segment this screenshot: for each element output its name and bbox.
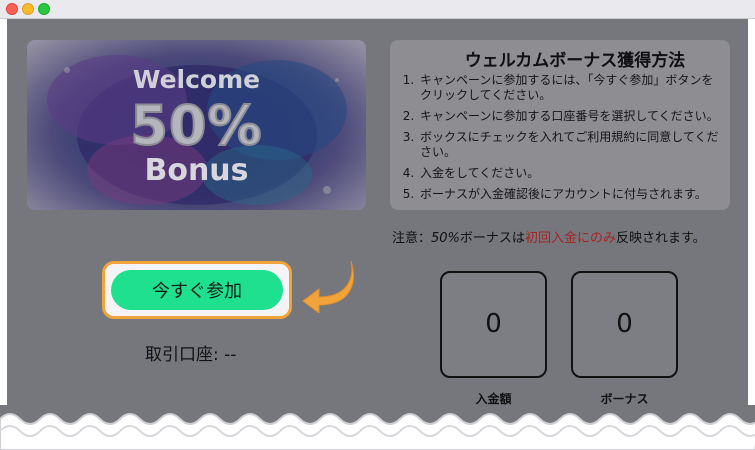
instruction-step: 入金をしてください。 — [418, 166, 720, 181]
instruction-step: ボックスにチェックを入れてご利用規約に同意してください。 — [418, 130, 720, 160]
deposit-amount-box: 0 — [440, 271, 547, 378]
instruction-step: ボーナスが入金確認後にアカウントに付与されます。 — [418, 187, 720, 202]
note-middle: ボーナスは — [459, 231, 525, 246]
banner-welcome-text: Welcome — [132, 65, 261, 94]
instructions-panel: ウェルカムボーナス獲得方法 キャンペーンに参加するには、「今すぐ参加」ボタンをク… — [390, 40, 730, 210]
minimize-window-icon[interactable] — [22, 3, 34, 15]
instruction-step: キャンペーンに参加するには、「今すぐ参加」ボタンをクリックしてください。 — [418, 73, 720, 103]
note-suffix: 反映されます。 — [615, 231, 706, 246]
app-window: Welcome 50% Bonus ウェルカムボーナス獲得方法 キャンペーンに参… — [0, 0, 755, 450]
banner-percent-text: 50% — [129, 93, 263, 158]
title-bar — [0, 0, 755, 19]
trading-account-label: 取引口座: -- — [145, 345, 237, 365]
close-window-icon[interactable] — [6, 3, 18, 15]
instructions-list: キャンペーンに参加するには、「今すぐ参加」ボタンをクリックしてください。 キャン… — [400, 73, 720, 202]
maximize-window-icon[interactable] — [38, 3, 50, 15]
instruction-step: キャンペーンに参加する口座番号を選択してください。 — [418, 109, 720, 124]
torn-edge-divider — [0, 405, 755, 450]
join-now-button[interactable]: 今すぐ参加 — [111, 270, 283, 310]
instructions-title: ウェルカムボーナス獲得方法 — [464, 51, 686, 71]
note-prefix: 注意： — [392, 231, 432, 246]
note-percent: 50% — [431, 231, 460, 246]
bonus-amount-box: 0 — [571, 271, 678, 378]
join-button-highlight: 今すぐ参加 — [102, 261, 292, 319]
welcome-bonus-banner: Welcome 50% Bonus — [27, 40, 366, 210]
dimmed-content: Welcome 50% Bonus ウェルカムボーナス獲得方法 キャンペーンに参… — [7, 19, 748, 439]
banner-bonus-text: Bonus — [144, 153, 249, 188]
bonus-note: 注意：50%ボーナスは初回入金にのみ反映されます。 — [392, 227, 706, 246]
note-highlight: 初回入金にのみ — [524, 231, 616, 246]
curved-arrow-icon — [302, 260, 354, 313]
